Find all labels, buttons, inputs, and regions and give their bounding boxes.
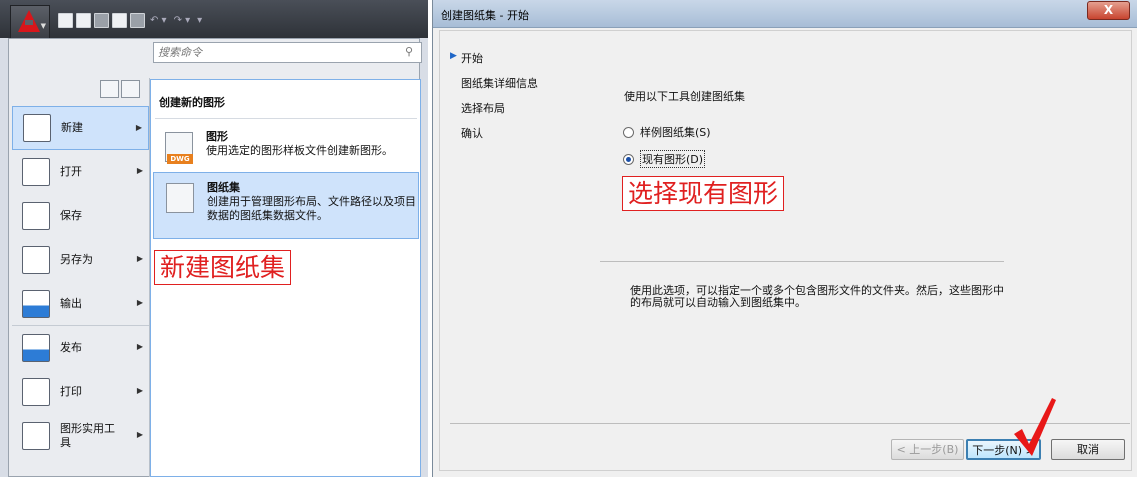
dwg-file-icon: DWG — [167, 154, 193, 164]
menu-item-save[interactable]: 保存 — [12, 194, 149, 238]
red-checkmark-icon — [1014, 398, 1056, 456]
saveas-icon — [22, 246, 50, 274]
close-button[interactable]: X — [1087, 1, 1130, 20]
folder-icon — [22, 158, 50, 186]
menu-item-publish[interactable]: 发布 ▶ — [12, 326, 149, 370]
dialog-titlebar: 创建图纸集 - 开始 X — [433, 0, 1137, 28]
radio-label[interactable]: 样例图纸集(S) — [640, 124, 711, 140]
submenu-item-description: 使用选定的图形样板文件创建新图形。 — [206, 144, 393, 157]
submenu-item-description: 创建用于管理图形布局、文件路径以及项目数据的图纸集数据文件。 — [207, 195, 416, 222]
chevron-right-icon: ▶ — [136, 386, 143, 395]
annotation-existing-drawings: 选择现有图形 — [622, 176, 785, 211]
save-icon — [22, 202, 50, 230]
saveas-icon[interactable] — [112, 12, 127, 28]
new-icon[interactable] — [58, 12, 73, 28]
step-details: 图纸集详细信息 — [461, 77, 538, 90]
menu-item-label: 输出 — [60, 296, 82, 310]
chevron-right-icon: ▶ — [136, 298, 143, 307]
export-icon — [22, 289, 50, 318]
chevron-right-icon: ▶ — [135, 123, 142, 132]
application-menu: ▼ ↶ ▾ ↷ ▾ ▾ ⚲ 新建 ▶ 打开 ▶ 保存 — [0, 0, 428, 477]
search-box[interactable]: ⚲ — [153, 42, 422, 63]
step-layouts: 选择布局 — [461, 102, 505, 115]
annotation-new-sheetset: 新建图纸集 — [154, 250, 292, 285]
menu-item-label: 打开 — [60, 165, 82, 178]
chevron-right-icon: ▶ — [136, 430, 143, 439]
option-description: 使用此选项，可以指定一个或多个包含图形文件的文件夹。然后，这些图形中的布局就可以… — [630, 284, 1004, 309]
chevron-right-icon: ▶ — [136, 254, 143, 263]
submenu-item-sheetset[interactable]: 图纸集 创建用于管理图形布局、文件路径以及项目数据的图纸集数据文件。 — [153, 172, 419, 239]
redo-icon[interactable]: ↷ ▾ — [174, 15, 191, 26]
step-start: ▶ 开始 — [450, 51, 483, 65]
current-step-icon: ▶ — [450, 51, 457, 61]
step-confirm: 确认 — [461, 127, 483, 140]
menu-item-label: 保存 — [60, 209, 82, 222]
quick-access-toolbar: ↶ ▾ ↷ ▾ ▾ — [58, 9, 204, 31]
radio-label[interactable]: 现有图形(D) — [640, 150, 706, 168]
autocad-logo-icon — [18, 10, 40, 32]
customize-icon[interactable]: ▾ — [197, 15, 202, 26]
open-icon[interactable] — [76, 12, 91, 28]
undo-icon[interactable]: ↶ ▾ — [150, 15, 167, 26]
menu-item-drawing-utilities[interactable]: 图形实用工具 ▶ — [12, 414, 149, 458]
command-list: 新建 ▶ 打开 ▶ 保存 另存为 ▶ 输出 ▶ 发布 ▶ 打印 ▶ 图形实用工具… — [12, 106, 149, 458]
menu-item-label: 另存为 — [60, 253, 93, 266]
search-input[interactable] — [154, 43, 399, 62]
wrench-icon — [22, 422, 50, 450]
radio-existing-drawings[interactable]: 现有图形(D) — [623, 150, 706, 168]
view-toggle — [100, 80, 140, 98]
open-documents-icon[interactable] — [121, 80, 140, 98]
menu-item-print[interactable]: 打印 ▶ — [12, 370, 149, 414]
menu-item-open[interactable]: 打开 ▶ — [12, 150, 149, 194]
cancel-button[interactable]: 取消 — [1051, 439, 1125, 460]
sheetset-icon — [166, 183, 194, 213]
dialog-title: 创建图纸集 - 开始 — [441, 9, 529, 22]
radio-sample-sheetset[interactable]: 样例图纸集(S) — [623, 124, 711, 140]
intro-text: 使用以下工具创建图纸集 — [624, 90, 745, 103]
wizard-steps: ▶ 开始 图纸集详细信息 选择布局 确认 — [450, 50, 538, 150]
search-icon[interactable]: ⚲ — [405, 45, 418, 58]
new-document-icon — [23, 114, 51, 142]
printer-icon — [22, 378, 50, 406]
menu-item-label: 图形实用工具 — [60, 422, 115, 449]
chevron-right-icon: ▶ — [136, 166, 143, 175]
menu-item-new[interactable]: 新建 ▶ — [12, 106, 149, 150]
submenu-item-drawing[interactable]: DWG 图形 使用选定的图形样板文件创建新图形。 — [153, 122, 419, 174]
recent-documents-icon[interactable] — [100, 80, 119, 98]
radio-button[interactable] — [623, 126, 634, 138]
menu-item-saveas[interactable]: 另存为 ▶ — [12, 238, 149, 282]
menu-item-label: 发布 — [60, 341, 82, 354]
save-icon[interactable] — [94, 12, 109, 28]
menu-item-label: 新建 — [61, 121, 83, 134]
chevron-right-icon: ▶ — [136, 342, 143, 351]
back-button[interactable]: < 上一步(B) — [891, 439, 964, 460]
plot-icon[interactable] — [130, 12, 145, 28]
application-button[interactable]: ▼ — [10, 5, 50, 39]
submenu-item-title: 图形 — [206, 130, 228, 143]
menu-item-label: 打印 — [60, 385, 82, 398]
publish-icon — [22, 334, 50, 362]
chevron-down-icon: ▼ — [40, 22, 46, 30]
radio-button[interactable] — [623, 153, 634, 165]
menu-item-export[interactable]: 输出 ▶ — [12, 282, 149, 326]
submenu-item-title: 图纸集 — [207, 181, 240, 194]
submenu-header: 创建新的图形 — [159, 96, 225, 109]
